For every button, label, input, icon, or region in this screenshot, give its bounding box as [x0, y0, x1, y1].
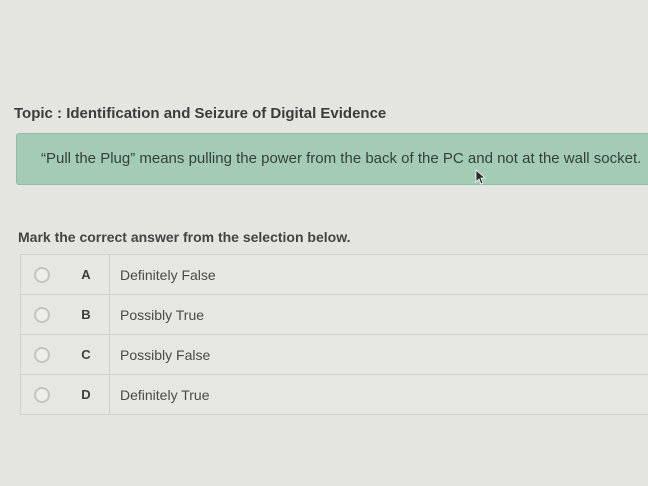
- radio-button-a[interactable]: [34, 266, 50, 283]
- radio-button-c[interactable]: [34, 346, 50, 363]
- answer-option-a[interactable]: A Definitely False: [20, 255, 648, 295]
- radio-button-d[interactable]: [34, 386, 50, 403]
- option-label: Possibly True: [120, 306, 205, 323]
- answer-option-b[interactable]: B Possibly True: [20, 295, 648, 335]
- option-label: Definitely False: [120, 266, 216, 283]
- answer-option-c[interactable]: C Possibly False: [20, 335, 648, 375]
- option-letter: A: [81, 267, 91, 282]
- radio-button-b[interactable]: [34, 306, 50, 323]
- option-label: Definitely True: [120, 386, 210, 403]
- answer-options-list: A Definitely False B Possibly True C Pos…: [20, 254, 648, 415]
- option-letter: D: [81, 387, 91, 402]
- option-label: Possibly False: [120, 346, 211, 363]
- instruction-text: Mark the correct answer from the selecti…: [18, 229, 351, 245]
- option-letter: C: [81, 347, 91, 362]
- mouse-cursor-icon: [475, 169, 487, 185]
- answer-option-d[interactable]: D Definitely True: [20, 375, 648, 415]
- topic-heading: Topic : Identification and Seizure of Di…: [14, 105, 387, 122]
- question-statement: “Pull the Plug” means pulling the power …: [16, 133, 648, 185]
- option-letter: B: [81, 307, 91, 322]
